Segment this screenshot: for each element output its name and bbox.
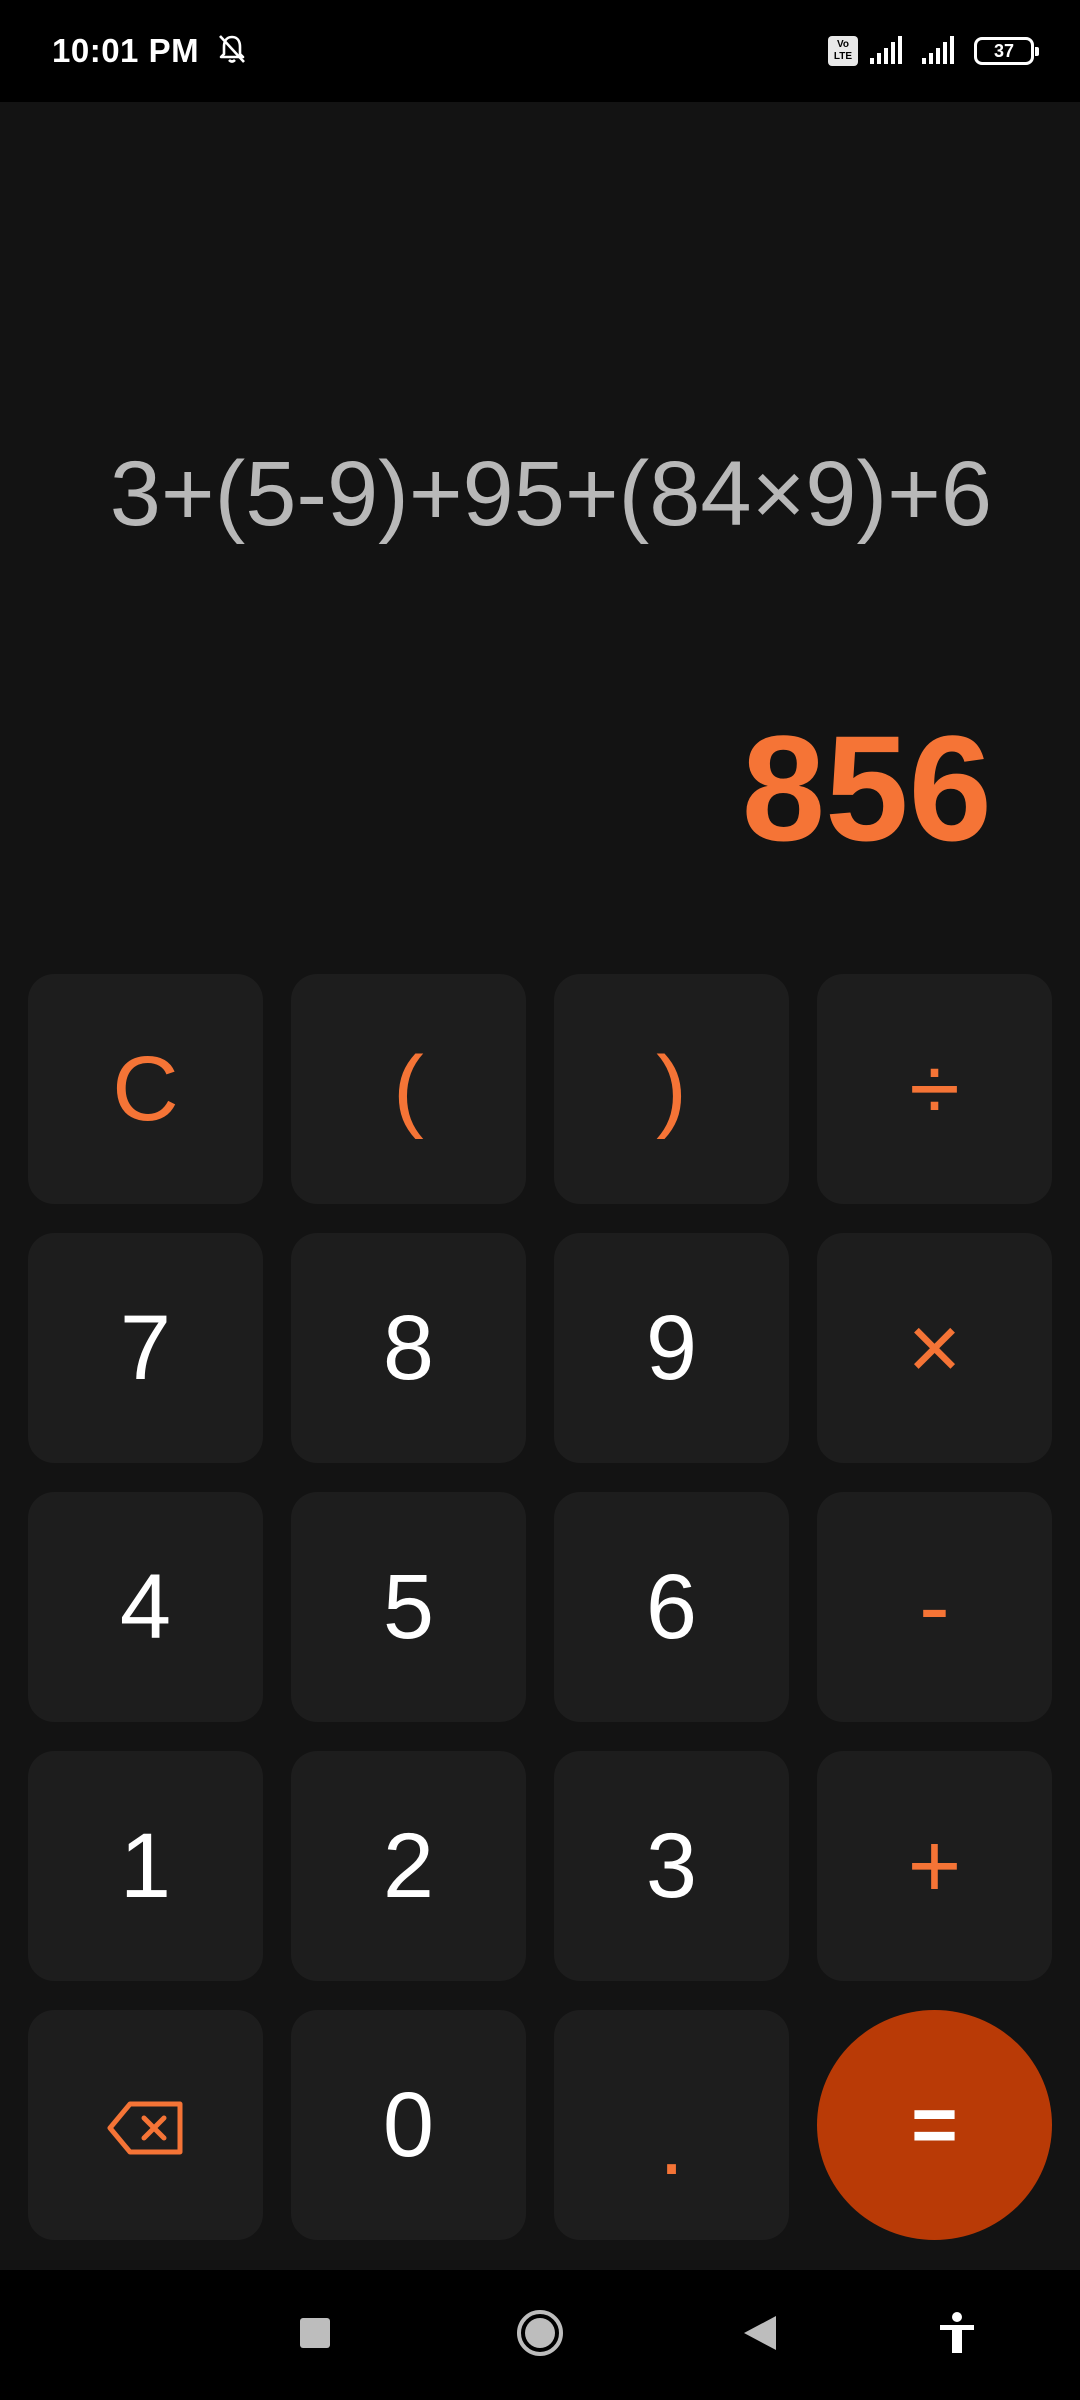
digit-8-button[interactable]: 8: [291, 1233, 526, 1463]
digit-5-button[interactable]: 5: [291, 1492, 526, 1722]
battery-level: 37: [993, 40, 1015, 61]
signal-icon: [922, 34, 962, 69]
navigation-bar: [0, 2270, 1080, 2400]
back-icon: [742, 2314, 778, 2357]
digit-3-button[interactable]: 3: [554, 1751, 789, 1981]
status-left: 10:01 PM: [52, 32, 249, 71]
digit-4-button[interactable]: 4: [28, 1492, 263, 1722]
accessibility-icon: [937, 2311, 977, 2360]
bell-off-icon: [215, 32, 249, 71]
volte-icon: Vo LTE: [828, 36, 858, 66]
signal-icon: [870, 34, 910, 69]
status-right: Vo LTE 37: [828, 34, 1039, 69]
digit-1-button[interactable]: 1: [28, 1751, 263, 1981]
digit-6-button[interactable]: 6: [554, 1492, 789, 1722]
result-display: 856: [741, 704, 992, 872]
expression-display: 3+(5-9)+95+(84×9)+6: [109, 443, 992, 545]
digit-7-button[interactable]: 7: [28, 1233, 263, 1463]
back-button[interactable]: [725, 2300, 795, 2370]
keypad: C ( ) ÷ 7 8 9 × 4 5 6 - 1 2 3 + 0 . =: [28, 974, 1052, 2240]
equals-button[interactable]: =: [817, 2010, 1052, 2240]
divide-button[interactable]: ÷: [817, 974, 1052, 1204]
decimal-label: .: [658, 2092, 685, 2194]
clear-button[interactable]: C: [28, 974, 263, 1204]
backspace-button[interactable]: [28, 2010, 263, 2240]
close-paren-button[interactable]: ): [554, 974, 789, 1204]
calculator-app: 3+(5-9)+95+(84×9)+6 856 C ( ) ÷ 7 8 9 × …: [0, 102, 1080, 2270]
backspace-icon: [106, 2073, 186, 2178]
open-paren-button[interactable]: (: [291, 974, 526, 1204]
status-time: 10:01 PM: [52, 32, 200, 69]
digit-0-button[interactable]: 0: [291, 2010, 526, 2240]
home-button[interactable]: [505, 2300, 575, 2370]
recents-icon: [298, 2316, 332, 2355]
subtract-button[interactable]: -: [817, 1492, 1052, 1722]
digit-2-button[interactable]: 2: [291, 1751, 526, 1981]
accessibility-button[interactable]: [922, 2300, 992, 2370]
add-button[interactable]: +: [817, 1751, 1052, 1981]
recents-button[interactable]: [280, 2300, 350, 2370]
home-icon: [515, 2308, 565, 2363]
decimal-button[interactable]: .: [554, 2010, 789, 2240]
status-bar: 10:01 PM Vo LTE 37: [0, 0, 1080, 102]
battery-icon: 37: [974, 37, 1039, 65]
multiply-button[interactable]: ×: [817, 1233, 1052, 1463]
digit-9-button[interactable]: 9: [554, 1233, 789, 1463]
